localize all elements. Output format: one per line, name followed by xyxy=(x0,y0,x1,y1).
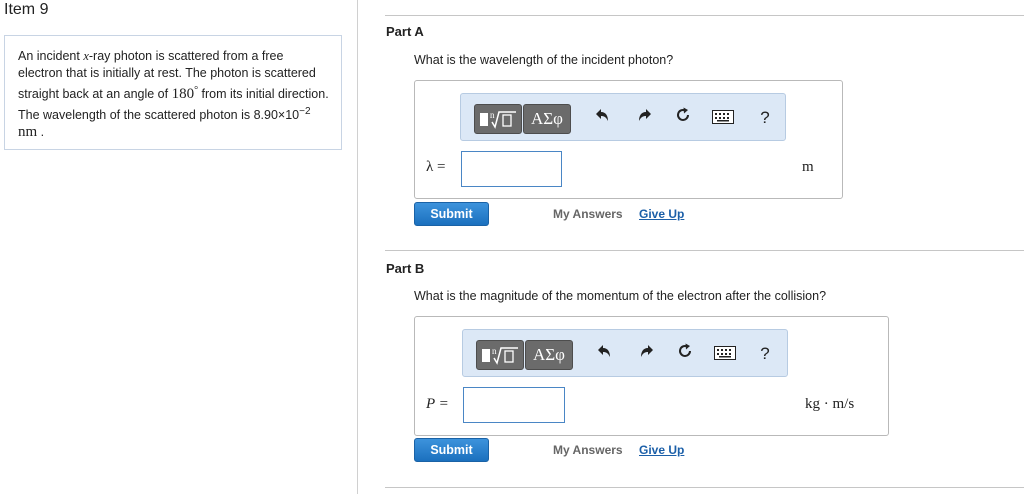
keyboard-icon[interactable] xyxy=(713,342,737,366)
part-a-top-rule xyxy=(385,15,1024,16)
part-a-submit-button[interactable]: Submit xyxy=(414,202,489,226)
redo-icon[interactable] xyxy=(635,342,659,366)
problem-angle: 180 xyxy=(171,86,195,103)
problem-unit: nm xyxy=(18,124,38,141)
part-a-answer-input[interactable] xyxy=(461,151,562,187)
part-b-variable-label: P = xyxy=(426,396,449,412)
greek-symbols-button[interactable]: ΑΣφ xyxy=(525,340,573,370)
redo-icon[interactable] xyxy=(633,106,657,130)
part-a-equation-toolbar: n ΑΣφ ? xyxy=(460,93,786,141)
part-a-unit: m xyxy=(802,159,814,175)
templates-button[interactable]: n xyxy=(474,104,522,134)
templates-icon: n xyxy=(480,110,516,129)
problem-text-1: An incident xyxy=(18,49,84,63)
part-a-question: What is the wavelength of the incident p… xyxy=(414,53,674,67)
problem-statement: An incident x-ray photon is scattered fr… xyxy=(4,35,342,150)
help-icon[interactable]: ? xyxy=(753,342,777,366)
part-a-label: Part A xyxy=(386,24,424,39)
part-b-my-answers-link[interactable]: My Answers xyxy=(553,443,623,457)
item-title: Item 9 xyxy=(4,1,49,18)
part-a-variable-label: λ = xyxy=(426,159,446,175)
reset-icon[interactable] xyxy=(673,342,697,366)
part-a-give-up-link[interactable]: Give Up xyxy=(639,207,684,221)
keyboard-icon[interactable] xyxy=(711,106,735,130)
help-icon[interactable]: ? xyxy=(753,106,777,130)
part-b-label: Part B xyxy=(386,261,425,276)
templates-icon: n xyxy=(482,346,518,365)
undo-icon[interactable] xyxy=(590,106,614,130)
svg-text:n: n xyxy=(492,346,497,356)
column-divider xyxy=(357,0,358,494)
bottom-rule xyxy=(385,487,1024,488)
part-b-submit-button[interactable]: Submit xyxy=(414,438,489,462)
undo-icon[interactable] xyxy=(592,342,616,366)
part-b-unit: kg · m/s xyxy=(805,396,855,412)
problem-exponent: −2 xyxy=(299,106,311,118)
templates-button[interactable]: n xyxy=(476,340,524,370)
reset-icon[interactable] xyxy=(671,106,695,130)
part-b-answer-input[interactable] xyxy=(463,387,565,423)
part-b-give-up-link[interactable]: Give Up xyxy=(639,443,684,457)
greek-symbols-button[interactable]: ΑΣφ xyxy=(523,104,571,134)
part-b-question: What is the magnitude of the momentum of… xyxy=(414,289,827,303)
part-b-top-rule xyxy=(385,250,1024,251)
svg-text:n: n xyxy=(490,110,495,120)
part-a-my-answers-link[interactable]: My Answers xyxy=(553,207,623,221)
problem-text-5: . xyxy=(37,125,45,140)
part-b-equation-toolbar: n ΑΣφ ? xyxy=(462,329,788,377)
